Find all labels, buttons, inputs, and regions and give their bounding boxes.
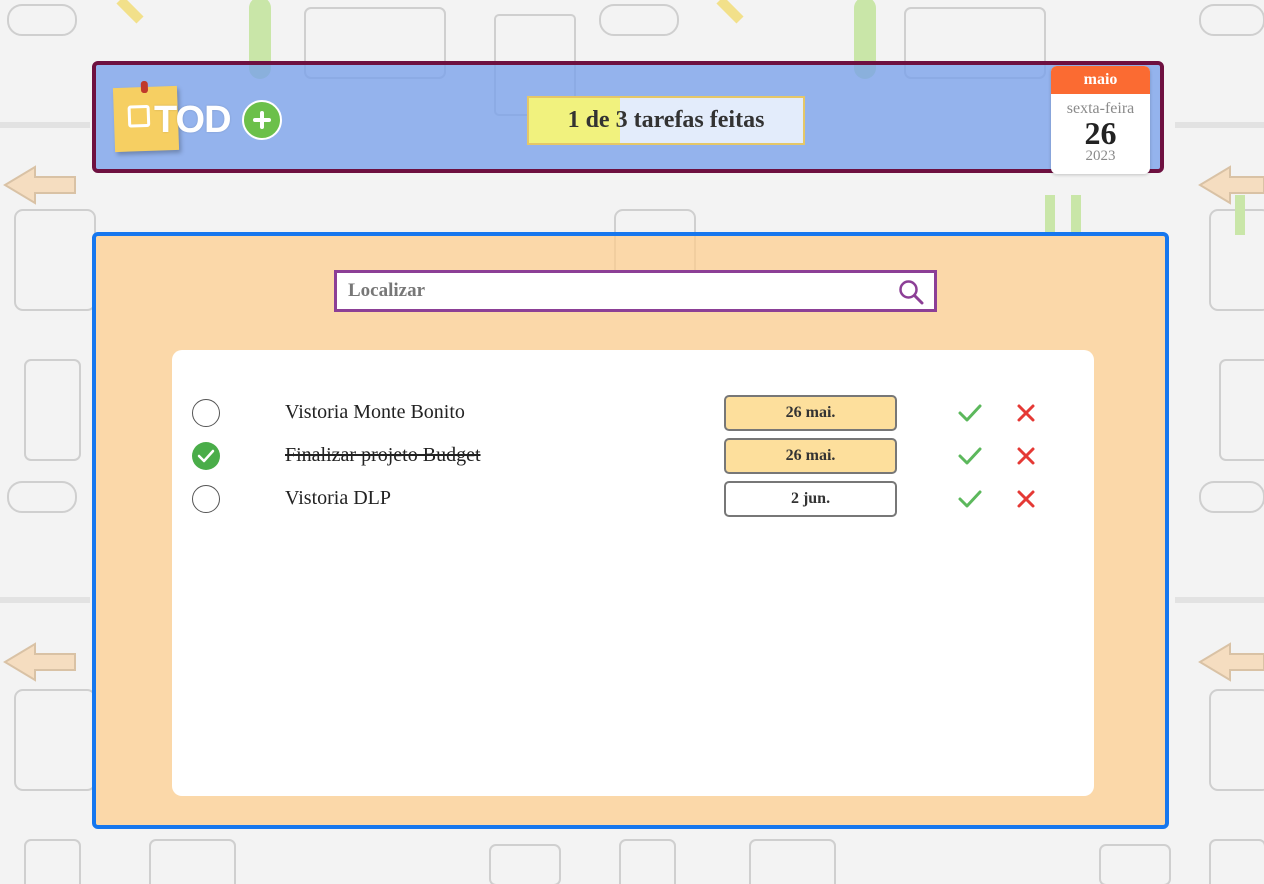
date-card: maio sexta-feira 26 2023: [1051, 66, 1150, 174]
progress-indicator: 1 de 3 tarefas feitas: [527, 96, 805, 145]
main-panel: Vistoria Monte Bonito 26 mai. Finalizar …: [92, 232, 1169, 829]
delete-task-button[interactable]: [1012, 485, 1040, 513]
task-due-date: 2 jun.: [724, 481, 897, 517]
x-icon: [1017, 447, 1035, 465]
check-icon: [958, 490, 982, 508]
plus-icon: [253, 111, 271, 129]
task-list: Vistoria Monte Bonito 26 mai. Finalizar …: [172, 350, 1094, 796]
search-input[interactable]: [337, 273, 888, 309]
task-title: Vistoria DLP: [285, 487, 392, 509]
task-row: Finalizar projeto Budget 26 mai.: [172, 436, 1094, 476]
check-icon: [958, 447, 982, 465]
magnifier-icon[interactable]: [898, 279, 924, 305]
search-box: [334, 270, 937, 312]
app-header: TOD 1 de 3 tarefas feitas maio sexta-fei…: [92, 61, 1164, 174]
task-checkbox[interactable]: [192, 442, 220, 470]
logo-text: TOD: [154, 99, 232, 141]
delete-task-button[interactable]: [1012, 442, 1040, 470]
task-due-date: 26 mai.: [724, 395, 897, 431]
task-checkbox[interactable]: [192, 485, 220, 513]
task-checkbox[interactable]: [192, 399, 220, 427]
task-due-date: 26 mai.: [724, 438, 897, 474]
x-icon: [1017, 404, 1035, 422]
calendar-year: 2023: [1085, 148, 1116, 164]
task-row: Vistoria Monte Bonito 26 mai.: [172, 393, 1094, 433]
complete-task-button[interactable]: [956, 485, 984, 513]
calendar-day: 26: [1084, 115, 1117, 151]
check-icon: [958, 404, 982, 422]
complete-task-button[interactable]: [956, 399, 984, 427]
task-title: Vistoria Monte Bonito: [285, 401, 465, 423]
x-icon: [1017, 490, 1035, 508]
task-title: Finalizar projeto Budget: [285, 444, 481, 466]
check-circle-icon: [197, 449, 215, 463]
task-row: Vistoria DLP 2 jun.: [172, 479, 1094, 519]
checkbox-icon: [127, 104, 151, 128]
delete-task-button[interactable]: [1012, 399, 1040, 427]
complete-task-button[interactable]: [956, 442, 984, 470]
add-task-button[interactable]: [242, 100, 282, 140]
calendar-month: maio: [1051, 66, 1150, 94]
progress-label: 1 de 3 tarefas feitas: [567, 107, 765, 133]
pin-icon: [140, 80, 149, 94]
